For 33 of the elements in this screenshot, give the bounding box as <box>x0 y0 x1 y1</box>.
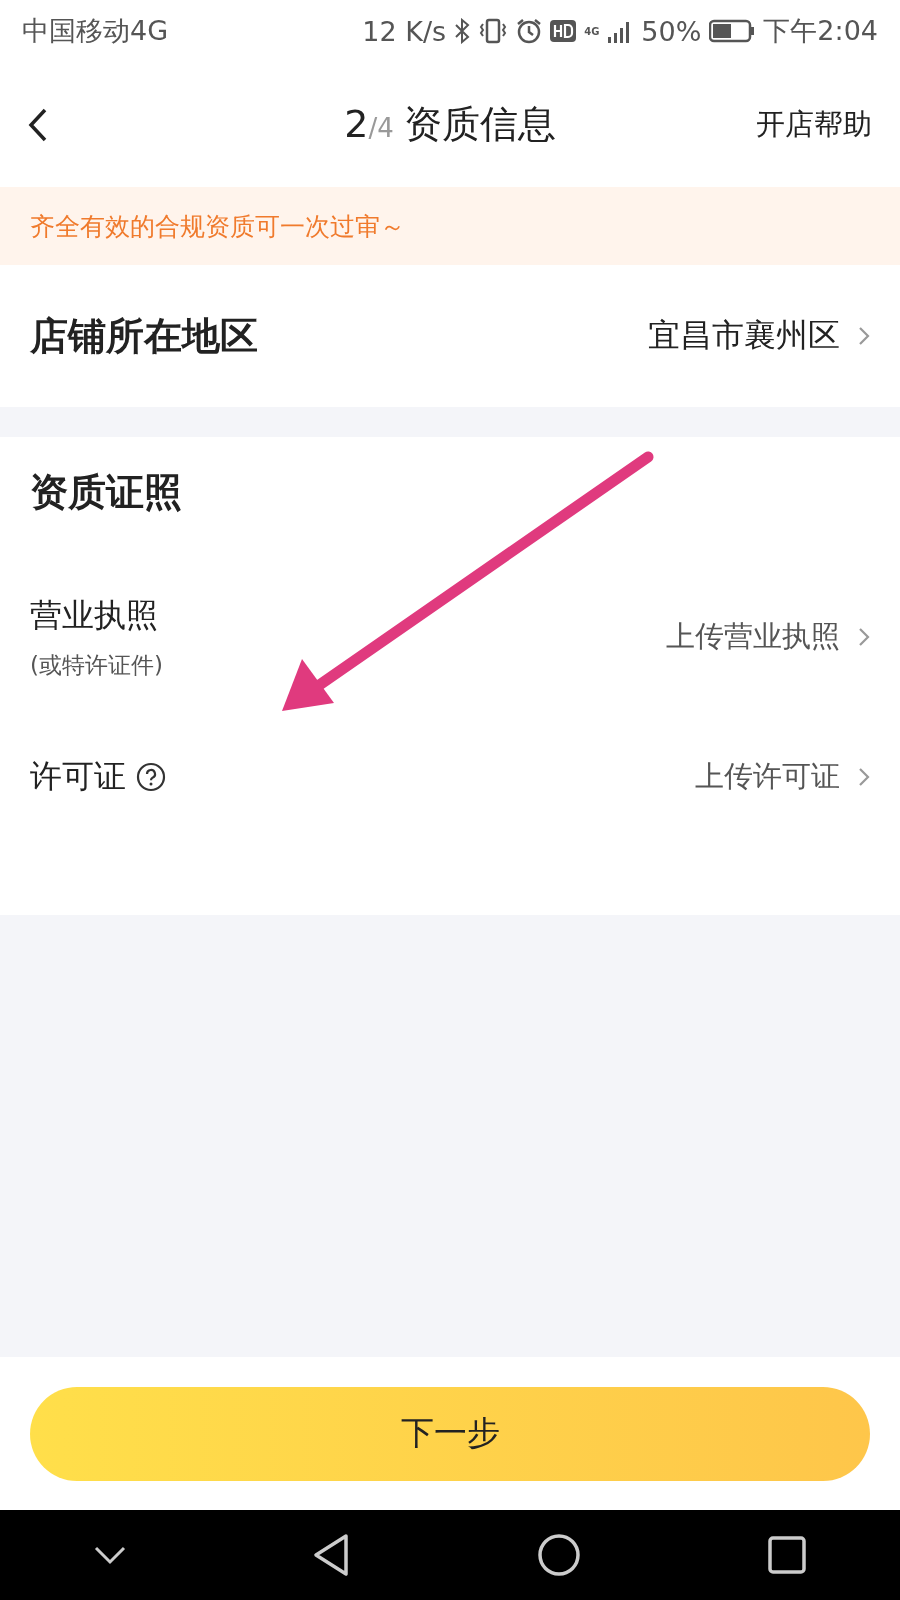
help-link[interactable]: 开店帮助 <box>756 104 872 145</box>
next-button[interactable]: 下一步 <box>30 1386 870 1481</box>
chevron-right-icon <box>858 326 870 346</box>
back-icon[interactable] <box>28 107 48 142</box>
region-value[interactable]: 宜昌市襄州区 <box>648 314 840 358</box>
chevron-right-icon <box>858 627 870 647</box>
section-title: 资质证照 <box>30 469 183 516</box>
vibrate-icon <box>478 18 509 44</box>
battery-icon <box>709 19 756 43</box>
network-type: 4G <box>584 25 600 37</box>
help-icon[interactable] <box>136 762 166 792</box>
back-triangle-icon[interactable] <box>313 1533 350 1577</box>
row-label: 许可证 <box>30 756 126 797</box>
hd-icon <box>550 20 577 42</box>
region-label: 店铺所在地区 <box>30 312 258 360</box>
carrier-text: 中国移动4G <box>22 14 169 48</box>
upload-link[interactable]: 上传营业执照 <box>666 617 840 657</box>
step-current: 2 <box>344 102 369 146</box>
chevron-down-icon[interactable] <box>93 1545 126 1565</box>
upload-link[interactable]: 上传许可证 <box>695 757 840 797</box>
chevron-right-icon <box>858 767 870 787</box>
clock-time: 下午2:04 <box>763 14 878 48</box>
page-title: 资质信息 <box>403 101 556 148</box>
bluetooth-icon <box>454 18 471 44</box>
row-label: 营业执照 <box>30 594 159 636</box>
row-sublabel: (或特许证件) <box>30 650 163 680</box>
home-icon[interactable] <box>536 1533 581 1577</box>
recents-icon[interactable] <box>768 1536 807 1574</box>
battery-percent: 50% <box>641 15 702 47</box>
alarm-icon <box>516 18 543 44</box>
step-total: /4 <box>368 113 394 143</box>
notice-banner: 齐全有效的合规资质可一次过审～ <box>0 187 900 265</box>
network-speed: 12 K/s <box>362 15 447 47</box>
